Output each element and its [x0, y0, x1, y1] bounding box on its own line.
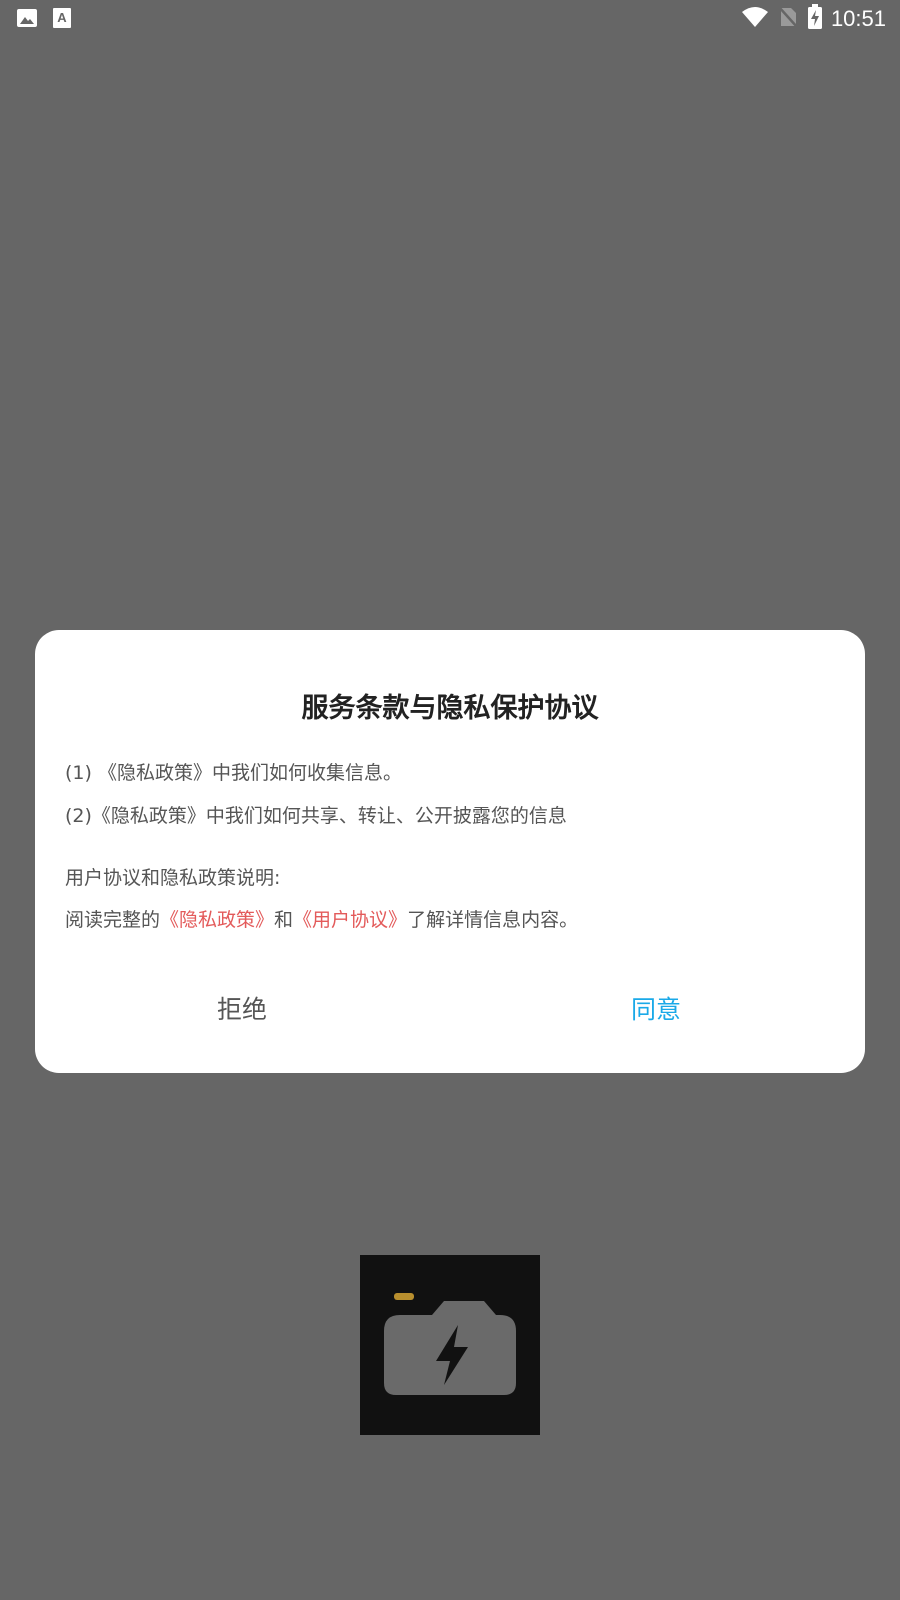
camera-flash-icon — [360, 1255, 540, 1439]
app-logo — [360, 1255, 540, 1435]
privacy-dialog: 服务条款与隐私保护协议 (1) 《隐私政策》中我们如何收集信息。 (2)《隐私政… — [35, 630, 865, 1073]
no-sim-icon — [777, 5, 799, 33]
svg-text:A: A — [57, 10, 67, 25]
status-right-icons: 10:51 — [741, 4, 886, 34]
reject-button[interactable]: 拒绝 — [217, 990, 267, 1026]
privacy-policy-link[interactable]: 《隐私政策》 — [160, 909, 274, 931]
battery-charging-icon — [807, 4, 823, 34]
read-prefix: 阅读完整的 — [65, 909, 161, 931]
status-bar: A 10:51 — [0, 0, 900, 36]
user-agreement-link[interactable]: 《用户协议》 — [293, 909, 407, 931]
dialog-line-share: (2)《隐私政策》中我们如何共享、转让、公开披露您的信息 — [65, 805, 567, 827]
font-a-icon: A — [52, 7, 72, 33]
dialog-title: 服务条款与隐私保护协议 — [301, 693, 599, 724]
dialog-line-explain: 用户协议和隐私政策说明: — [65, 867, 281, 889]
dialog-line-read: 阅读完整的《隐私政策》和《用户协议》了解详情信息内容。 — [65, 905, 578, 932]
status-left-icons: A — [16, 7, 72, 33]
read-middle: 和 — [274, 909, 294, 931]
agree-button[interactable]: 同意 — [631, 990, 681, 1026]
image-icon — [16, 7, 38, 33]
dialog-line-collect: (1) 《隐私政策》中我们如何收集信息。 — [65, 762, 402, 784]
status-time: 10:51 — [830, 6, 886, 31]
read-suffix: 了解详情信息内容。 — [407, 909, 579, 931]
wifi-icon — [741, 5, 769, 33]
